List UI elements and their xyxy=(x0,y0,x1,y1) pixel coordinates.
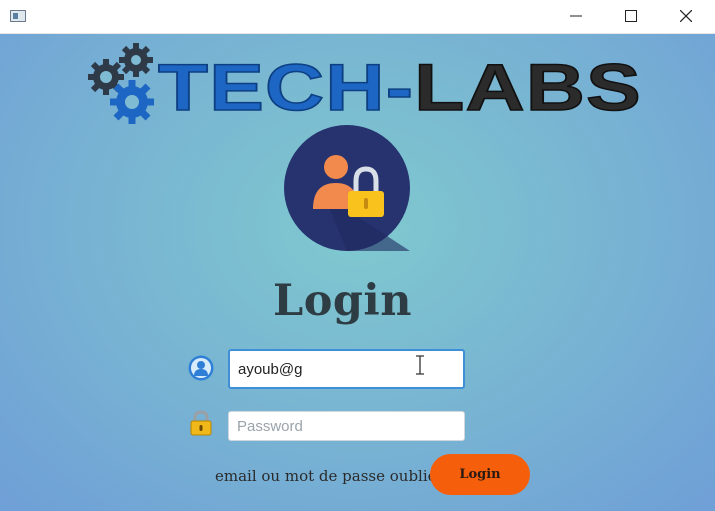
close-button[interactable] xyxy=(663,0,709,33)
title-bar xyxy=(0,0,715,34)
email-input[interactable] xyxy=(228,349,465,389)
lock-icon xyxy=(190,410,212,436)
minimize-button[interactable] xyxy=(553,0,599,33)
minimize-icon xyxy=(570,15,582,17)
user-icon xyxy=(188,355,214,381)
gears-icon xyxy=(88,43,154,124)
login-panel: TECH-LABS Login emai xyxy=(0,34,715,511)
text-cursor-icon xyxy=(416,355,424,375)
password-input[interactable] xyxy=(228,411,465,441)
close-icon xyxy=(680,10,692,22)
login-button[interactable]: Login xyxy=(430,454,530,495)
maximize-button[interactable] xyxy=(608,0,654,33)
maximize-icon xyxy=(625,10,637,22)
login-window: TECH-LABS Login emai xyxy=(0,0,715,511)
app-icon xyxy=(10,10,26,22)
forgot-password-link[interactable]: email ou mot de passe oublié? xyxy=(215,467,445,485)
user-lock-avatar-icon xyxy=(284,125,410,251)
tech-labs-logo: TECH- LABS xyxy=(88,43,642,125)
login-title: Login xyxy=(272,276,413,326)
logo-text: TECH- LABS xyxy=(158,50,642,124)
